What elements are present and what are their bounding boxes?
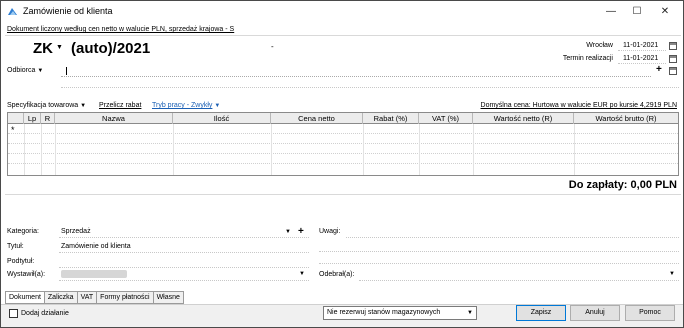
work-mode-label: Tryb pracy - Zwykły: [152, 102, 213, 109]
tab-wlasne[interactable]: Własne: [153, 291, 184, 304]
table-header: Lp R Nazwa Ilość Cena netto Rabat (%) VA…: [8, 113, 678, 124]
column-divider: [271, 124, 272, 175]
issue-date-field[interactable]: 11-01-2021: [623, 42, 658, 49]
column-header-wartosc-netto[interactable]: Wartość netto (R): [473, 113, 574, 124]
termin-label: Termin realizacji: [562, 55, 613, 62]
column-header-r[interactable]: R: [41, 113, 55, 124]
column-divider: [24, 124, 25, 175]
column-divider: [41, 124, 42, 175]
doc-prefix-dropdown[interactable]: ZK: [33, 40, 53, 57]
currency-note-link[interactable]: Dokument liczony według cen netto w walu…: [7, 26, 234, 33]
column-divider: [55, 124, 56, 175]
calendar-icon[interactable]: [669, 42, 677, 50]
text-cursor: [66, 67, 67, 75]
contact-card-icon[interactable]: [669, 67, 677, 75]
default-price-link[interactable]: Domyślna cena: Hurtowa w walucie EUR po …: [481, 102, 677, 109]
save-button[interactable]: Zapisz: [516, 305, 566, 321]
app-logo-icon: [8, 8, 17, 15]
tab-formy-platnosci[interactable]: Formy płatności: [97, 291, 154, 304]
tab-zaliczka[interactable]: Zaliczka: [44, 291, 78, 304]
divider: [618, 50, 666, 51]
divider: [59, 252, 309, 253]
odbiorca-dropdown[interactable]: Odbiorca ▼: [7, 67, 43, 74]
divider: [5, 194, 681, 195]
window-title: Zamówienie od klienta: [23, 6, 113, 16]
table-row[interactable]: [8, 154, 678, 164]
table-row[interactable]: [8, 134, 678, 144]
kategoria-dropdown[interactable]: Sprzedaż: [61, 228, 91, 235]
work-mode-dropdown[interactable]: Tryb pracy - Zwykły ▼: [152, 102, 220, 109]
close-button[interactable]: ✕: [651, 3, 679, 20]
chevron-down-icon: ▼: [37, 68, 44, 74]
bottom-tabs: Dokument Zaliczka VAT Formy płatności Wł…: [5, 291, 184, 304]
doc-prefix-caret-icon[interactable]: ▼: [56, 44, 63, 51]
chevron-down-icon[interactable]: ▼: [669, 271, 675, 277]
chevron-down-icon[interactable]: ▼: [299, 271, 305, 277]
minimize-button[interactable]: —: [597, 3, 625, 20]
podtytul-input[interactable]: [59, 267, 309, 268]
divider: [319, 251, 679, 252]
column-header-nazwa[interactable]: Nazwa: [55, 113, 173, 124]
odebral-dropdown[interactable]: [359, 280, 679, 281]
column-header-ilosc[interactable]: Ilość: [173, 113, 271, 124]
table-row[interactable]: [8, 124, 678, 134]
wystawil-value-redacted[interactable]: [61, 270, 127, 278]
add-odbiorca-icon[interactable]: +: [656, 64, 662, 75]
cancel-button[interactable]: Anuluj: [570, 305, 620, 321]
stock-reservation-select[interactable]: Nie rezerwuj stanów magazynowych ▼: [323, 306, 477, 320]
column-divider: [363, 124, 364, 175]
column-header-vat[interactable]: VAT (%): [419, 113, 473, 124]
tytul-input[interactable]: Zamówienie od klienta: [61, 243, 131, 250]
chevron-down-icon[interactable]: ▼: [285, 229, 291, 235]
termin-date-field[interactable]: 11-01-2021: [623, 55, 658, 62]
kategoria-label: Kategoria:: [7, 228, 39, 235]
column-header-wartosc-brutto[interactable]: Wartość brutto (R): [574, 113, 678, 124]
chevron-down-icon: ▼: [80, 103, 87, 109]
column-header-rabat[interactable]: Rabat (%): [363, 113, 419, 124]
stock-reservation-value: Nie rezerwuj stanów magazynowych: [327, 309, 441, 316]
chevron-down-icon: ▼: [467, 310, 473, 316]
divider: [59, 280, 309, 281]
divider: [319, 263, 679, 264]
divider: [5, 35, 681, 36]
spec-label: Specyfikacja towarowa: [7, 102, 79, 109]
maximize-button[interactable]: ☐: [623, 3, 651, 20]
place-label: Wrocław: [586, 42, 613, 49]
odebral-label: Odebrał(a):: [319, 271, 355, 278]
help-button[interactable]: Pomoc: [625, 305, 675, 321]
column-header-lp[interactable]: Lp: [24, 113, 41, 124]
tytul-label: Tytuł:: [7, 243, 24, 250]
doc-suffix-separator: -: [271, 42, 274, 51]
column-divider: [173, 124, 174, 175]
total-to-pay: Do zapłaty: 0,00 PLN: [568, 179, 677, 191]
column-divider: [473, 124, 474, 175]
spec-dropdown[interactable]: Specyfikacja towarowa ▼: [7, 102, 86, 109]
tab-vat[interactable]: VAT: [77, 291, 98, 304]
order-window: Zamówienie od klienta — ☐ ✕ Dokument lic…: [0, 0, 684, 328]
column-divider: [419, 124, 420, 175]
podtytul-label: Podtytuł:: [7, 258, 35, 265]
calendar-icon[interactable]: [669, 55, 677, 63]
column-divider: [574, 124, 575, 175]
column-header-marker: [8, 113, 24, 124]
doc-number[interactable]: (auto)/2021: [71, 40, 150, 57]
table-row[interactable]: [8, 144, 678, 154]
divider: [59, 237, 309, 238]
recalc-discount-link[interactable]: Przelicz rabat: [99, 102, 141, 109]
odbiorca-label: Odbiorca: [7, 67, 36, 74]
uwagi-label: Uwagi:: [319, 228, 341, 235]
wystawil-label: Wystawił(a):: [7, 271, 46, 278]
table-row[interactable]: [8, 164, 678, 174]
divider: [61, 87, 679, 88]
column-header-cena-netto[interactable]: Cena netto: [271, 113, 363, 124]
odbiorca-input[interactable]: [61, 65, 651, 77]
chevron-down-icon: ▼: [214, 103, 221, 109]
tab-dokument[interactable]: Dokument: [5, 291, 45, 304]
uwagi-input[interactable]: [346, 237, 679, 238]
add-category-icon[interactable]: +: [298, 226, 304, 237]
add-action-label[interactable]: Dodaj działanie: [21, 310, 69, 317]
add-action-checkbox[interactable]: [9, 309, 18, 318]
items-table[interactable]: Lp R Nazwa Ilość Cena netto Rabat (%) VA…: [7, 112, 679, 176]
